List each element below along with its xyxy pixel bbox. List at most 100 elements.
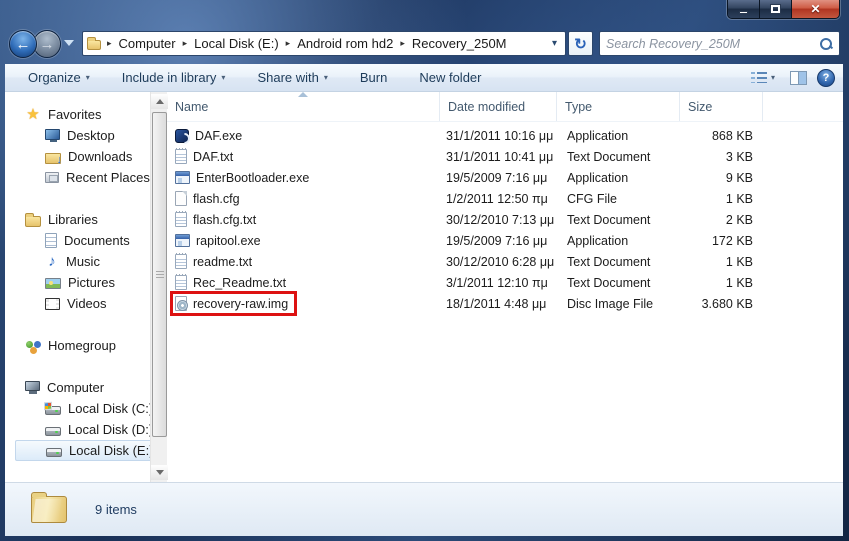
title-bar[interactable]: ✕ <box>0 0 849 22</box>
text-document-icon <box>175 212 187 227</box>
toolbar-button-include-in-library[interactable]: Include in library▾ <box>113 66 235 89</box>
sidebar-item-desktop[interactable]: Desktop <box>5 125 150 146</box>
column-header-date-modified[interactable]: Date modified <box>440 92 557 121</box>
preview-pane-button[interactable] <box>790 71 807 85</box>
file-row[interactable]: EnterBootloader.exe19/5/2009 7:16 μμAppl… <box>167 167 843 188</box>
sidebar-item-local-disk-d-[interactable]: Local Disk (D:) <box>5 419 150 440</box>
change-view-button[interactable]: ▾ <box>746 68 780 87</box>
help-icon: ? <box>823 72 830 84</box>
close-icon: ✕ <box>810 2 820 16</box>
file-row[interactable]: rapitool.exe19/5/2009 7:16 μμApplication… <box>167 230 843 251</box>
column-header-name[interactable]: Name <box>167 92 440 121</box>
file-rows: DAF.exe31/1/2011 10:16 μμApplication868 … <box>167 122 843 314</box>
column-header-label: Date modified <box>448 100 525 114</box>
sidebar-item-music[interactable]: ♪Music <box>5 251 150 272</box>
search-input[interactable] <box>606 37 819 51</box>
scrollbar-thumb[interactable] <box>152 112 167 437</box>
application-icon <box>175 171 190 184</box>
toolbar-button-share-with[interactable]: Share with▾ <box>248 66 336 89</box>
refresh-button[interactable]: ↻ <box>568 31 593 56</box>
toolbar-button-organize[interactable]: Organize▾ <box>19 66 99 89</box>
file-type: Text Document <box>557 150 680 164</box>
scroll-up-icon <box>156 99 164 104</box>
column-header-label: Size <box>688 100 712 114</box>
breadcrumb-separator-icon[interactable]: ▸ <box>177 38 194 49</box>
toolbar-button-label: Burn <box>360 70 387 85</box>
toolbar-button-new-folder[interactable]: New folder <box>410 66 490 89</box>
scroll-down-icon <box>156 470 164 475</box>
sidebar-item-label: Documents <box>64 233 130 248</box>
forward-button[interactable]: → <box>33 30 61 58</box>
sidebar-group-homegroup[interactable]: Homegroup <box>5 335 150 356</box>
breadcrumb-item[interactable]: Recovery_250M <box>411 34 508 53</box>
file-date-modified: 18/1/2011 4:48 μμ <box>440 297 557 311</box>
column-header-size[interactable]: Size <box>680 92 763 121</box>
sidebar-item-label: Local Disk (C:) <box>68 401 150 416</box>
file-size: 172 KB <box>680 234 763 248</box>
back-button[interactable]: ← <box>9 30 37 58</box>
forward-arrow-icon: → <box>40 37 55 52</box>
sidebar-group-computer[interactable]: Computer <box>5 377 150 398</box>
search-box <box>599 31 840 56</box>
address-folder-icon <box>87 40 101 50</box>
nav-pane-scrollbar[interactable] <box>150 92 167 482</box>
toolbar-button-label: Organize <box>28 70 81 85</box>
breadcrumb-separator-icon[interactable]: ▸ <box>394 38 411 49</box>
videos-icon <box>45 298 60 310</box>
sidebar-item-downloads[interactable]: Downloads <box>5 146 150 167</box>
computer-icon <box>25 381 40 391</box>
views-icon <box>751 71 767 84</box>
file-date-modified: 3/1/2011 12:10 πμ <box>440 276 557 290</box>
file-row[interactable]: DAF.txt31/1/2011 10:41 μμText Document3 … <box>167 146 843 167</box>
navigation-bar: ← → ▸Computer▸Local Disk (E:)▸Android ro… <box>0 22 849 64</box>
breadcrumb-item[interactable]: Android rom hd2 <box>296 34 394 53</box>
maximize-button[interactable] <box>760 0 792 18</box>
toolbar-button-label: Share with <box>257 70 318 85</box>
file-type: Disc Image File <box>557 297 680 311</box>
file-type: Text Document <box>557 255 680 269</box>
scroll-up-button[interactable] <box>151 94 168 109</box>
sidebar-item-local-disk-e-[interactable]: Local Disk (E:) <box>15 440 150 461</box>
local-disk-c-icon <box>45 406 61 415</box>
sidebar-group-libraries[interactable]: Libraries <box>5 209 150 230</box>
toolbar-button-burn[interactable]: Burn <box>351 66 396 89</box>
sidebar-item-videos[interactable]: Videos <box>5 293 150 314</box>
sidebar-item-local-disk-c-[interactable]: Local Disk (C:) <box>5 398 150 419</box>
address-dropdown-icon[interactable]: ▾ <box>546 38 563 49</box>
file-row[interactable]: flash.cfg1/2/2011 12:50 πμCFG File1 KB <box>167 188 843 209</box>
file-date-modified: 19/5/2009 7:16 μμ <box>440 171 557 185</box>
file-date-modified: 30/12/2010 6:28 μμ <box>440 255 557 269</box>
scroll-down-button[interactable] <box>151 465 168 480</box>
downloads-icon <box>45 153 61 164</box>
file-size: 9 KB <box>680 171 763 185</box>
file-row[interactable]: readme.txt30/12/2010 6:28 μμText Documen… <box>167 251 843 272</box>
minimize-button[interactable] <box>728 0 760 18</box>
breadcrumb-separator-icon[interactable]: ▸ <box>101 38 118 49</box>
file-row[interactable]: recovery-raw.img18/1/2011 4:48 μμDisc Im… <box>167 293 843 314</box>
search-icon[interactable] <box>819 37 833 51</box>
address-bar[interactable]: ▸Computer▸Local Disk (E:)▸Android rom hd… <box>82 31 566 56</box>
help-button[interactable]: ? <box>817 69 835 87</box>
sort-ascending-icon <box>298 92 308 97</box>
libraries-icon <box>25 216 41 227</box>
sidebar-group-favorites[interactable]: ★Favorites <box>5 104 150 125</box>
sidebar-item-documents[interactable]: Documents <box>5 230 150 251</box>
breadcrumb-item[interactable]: Local Disk (E:) <box>193 34 280 53</box>
file-name-cell: flash.cfg.txt <box>167 212 440 227</box>
breadcrumb-separator-icon[interactable]: ▸ <box>280 38 297 49</box>
sidebar-item-label: Downloads <box>68 149 132 164</box>
file-row[interactable]: DAF.exe31/1/2011 10:16 μμApplication868 … <box>167 125 843 146</box>
sidebar-item-pictures[interactable]: Pictures <box>5 272 150 293</box>
sidebar-item-recent-places[interactable]: Recent Places <box>5 167 150 188</box>
file-size: 3.680 KB <box>680 297 763 311</box>
column-header-type[interactable]: Type <box>557 92 680 121</box>
breadcrumb-item[interactable]: Computer <box>118 34 177 53</box>
close-button[interactable]: ✕ <box>792 0 839 18</box>
text-document-icon <box>175 275 187 290</box>
sidebar-group-label: Libraries <box>48 212 98 227</box>
file-size: 3 KB <box>680 150 763 164</box>
column-header-label: Type <box>565 100 592 114</box>
file-row[interactable]: Rec_Readme.txt3/1/2011 12:10 πμText Docu… <box>167 272 843 293</box>
file-row[interactable]: flash.cfg.txt30/12/2010 7:13 μμText Docu… <box>167 209 843 230</box>
recent-pages-dropdown[interactable] <box>64 40 74 46</box>
